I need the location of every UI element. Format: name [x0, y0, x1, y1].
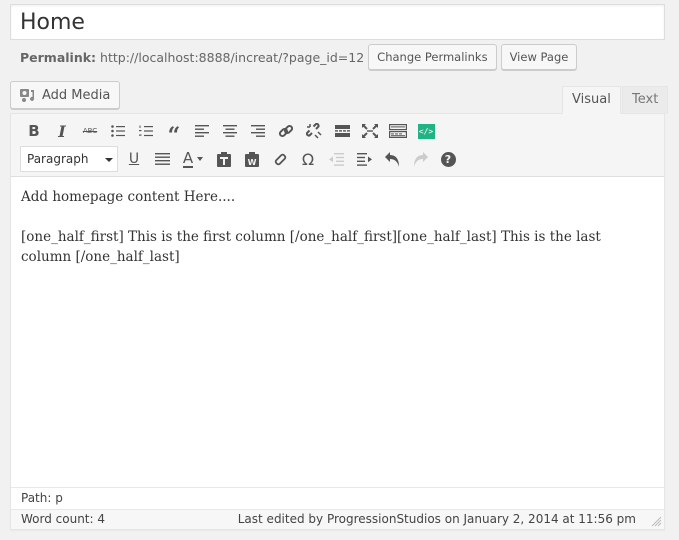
underline-button[interactable]: U — [120, 146, 148, 172]
bullet-list-icon — [111, 125, 125, 137]
word-count: Word count: 4 — [21, 512, 106, 526]
clear-formatting-button[interactable] — [266, 146, 294, 172]
shortcode-button[interactable]: </> — [412, 118, 440, 144]
underline-icon: U — [128, 151, 140, 167]
text-color-button[interactable]: A — [176, 146, 210, 172]
permalink-url[interactable]: http://localhost:8888/increat/?page_id=1… — [100, 50, 364, 65]
paste-word-icon: W — [245, 151, 259, 167]
chevron-down-icon — [105, 158, 113, 162]
help-button[interactable]: ? — [434, 146, 462, 172]
blockquote-button[interactable]: “ — [160, 118, 188, 149]
read-more-icon — [334, 125, 350, 137]
unlink-icon — [306, 123, 322, 139]
toolbar-toggle-icon — [389, 124, 407, 138]
justify-icon — [154, 153, 170, 165]
special-character-icon: Ω — [301, 149, 315, 169]
fullscreen-button[interactable] — [356, 118, 384, 144]
link-icon — [278, 124, 294, 138]
change-permalinks-button[interactable]: Change Permalinks — [368, 44, 497, 70]
outdent-button[interactable] — [322, 146, 350, 172]
editor-content[interactable]: Add homepage content Here.... [one_half_… — [11, 177, 664, 487]
toolbar-row-2: Paragraph U A W Ω ? — [20, 145, 462, 173]
outdent-icon — [328, 152, 344, 166]
align-center-icon — [223, 125, 237, 137]
editor: B I ABC “ </> Paragraph U A W Ω ? Add ho… — [10, 113, 665, 530]
editor-toolbar: B I ABC “ </> Paragraph U A W Ω ? — [11, 114, 664, 177]
svg-text:W: W — [248, 158, 257, 167]
paste-word-button[interactable]: W — [238, 146, 266, 172]
numbered-list-button[interactable] — [132, 118, 160, 144]
bold-icon: B — [28, 122, 40, 140]
link-button[interactable] — [272, 118, 300, 144]
last-edited: Last edited by ProgressionStudios on Jan… — [237, 512, 636, 526]
add-media-label: Add Media — [42, 87, 111, 103]
bold-button[interactable]: B — [20, 118, 48, 144]
special-character-button[interactable]: Ω — [294, 146, 322, 172]
text-color-caret-icon — [197, 157, 204, 161]
numbered-list-icon — [139, 125, 153, 137]
paragraph-format-select[interactable]: Paragraph — [20, 146, 118, 172]
fullscreen-icon — [362, 124, 378, 138]
permalink-row: Permalink: http://localhost:8888/increat… — [20, 44, 581, 70]
read-more-button[interactable] — [328, 118, 356, 144]
align-center-button[interactable] — [216, 118, 244, 144]
align-right-button[interactable] — [244, 118, 272, 144]
resize-handle-icon[interactable] — [651, 516, 662, 527]
shortcode-icon: </> — [417, 123, 435, 139]
title-input[interactable] — [10, 4, 665, 40]
content-paragraph: [one_half_first] This is the first colum… — [21, 229, 601, 265]
clear-formatting-icon — [274, 153, 286, 165]
undo-button[interactable] — [378, 146, 406, 172]
redo-icon — [413, 151, 428, 167]
strikethrough-icon: ABC — [82, 127, 98, 135]
paste-text-button[interactable] — [210, 146, 238, 172]
help-icon: ? — [440, 151, 456, 167]
justify-button[interactable] — [148, 146, 176, 172]
toolbar-row-1: B I ABC “ </> — [20, 117, 440, 149]
add-media-button[interactable]: Add Media — [10, 81, 121, 109]
permalink-label: Permalink: — [20, 49, 97, 65]
italic-button[interactable]: I — [48, 118, 76, 144]
align-left-icon — [195, 125, 209, 137]
align-right-icon — [251, 125, 265, 137]
strikethrough-button[interactable]: ABC — [76, 118, 104, 144]
bullet-list-button[interactable] — [104, 118, 132, 144]
indent-button[interactable] — [350, 146, 378, 172]
blockquote-icon: “ — [167, 122, 181, 149]
paste-text-icon — [217, 151, 231, 167]
media-icon — [20, 89, 34, 102]
status-bar: Word count: 4 Last edited by Progression… — [11, 509, 664, 529]
text-color-icon: A — [182, 148, 194, 168]
unlink-button[interactable] — [300, 118, 328, 144]
path-bar: Path: p — [11, 487, 664, 509]
tab-visual[interactable]: Visual — [562, 86, 621, 114]
indent-icon — [356, 152, 372, 166]
italic-icon: I — [58, 121, 66, 141]
align-left-button[interactable] — [188, 118, 216, 144]
view-page-button[interactable]: View Page — [500, 44, 578, 70]
format-select-value: Paragraph — [27, 152, 89, 166]
redo-button[interactable] — [406, 146, 434, 172]
undo-icon — [384, 151, 399, 167]
tab-text[interactable]: Text — [622, 86, 669, 114]
content-paragraph: Add homepage content Here.... — [21, 189, 236, 205]
toolbar-toggle-button[interactable] — [384, 118, 412, 144]
